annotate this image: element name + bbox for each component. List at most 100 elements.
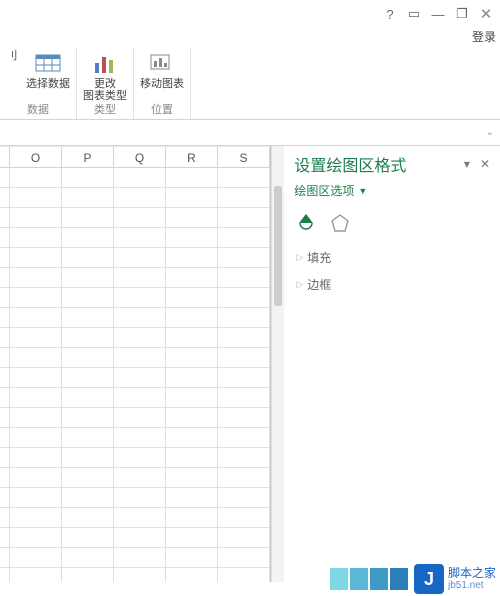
cell[interactable]	[10, 388, 62, 407]
fill-line-tab-icon[interactable]	[296, 213, 316, 233]
cell[interactable]	[166, 448, 218, 467]
cell[interactable]	[166, 348, 218, 367]
cell[interactable]	[218, 548, 270, 567]
scrollbar-thumb[interactable]	[274, 186, 282, 306]
cell[interactable]	[114, 248, 166, 267]
minimize-button[interactable]: —	[430, 6, 446, 22]
cell[interactable]	[62, 428, 114, 447]
cell[interactable]	[62, 348, 114, 367]
cell[interactable]	[218, 308, 270, 327]
cell[interactable]	[0, 448, 10, 467]
cell[interactable]	[10, 248, 62, 267]
cell[interactable]	[0, 208, 10, 227]
cell[interactable]	[62, 328, 114, 347]
switch-row-col-button[interactable]: 刂	[6, 48, 18, 62]
cell[interactable]	[114, 168, 166, 187]
cell[interactable]	[166, 228, 218, 247]
cell[interactable]	[166, 568, 218, 582]
select-data-button[interactable]: 选择数据	[26, 48, 70, 90]
help-icon[interactable]: ?	[382, 6, 398, 22]
cell[interactable]	[10, 348, 62, 367]
cell[interactable]	[62, 528, 114, 547]
cell[interactable]	[114, 548, 166, 567]
cell[interactable]	[218, 268, 270, 287]
cell[interactable]	[62, 188, 114, 207]
cell[interactable]	[10, 328, 62, 347]
cell[interactable]	[218, 448, 270, 467]
cell[interactable]	[62, 568, 114, 582]
cell[interactable]	[114, 288, 166, 307]
cell[interactable]	[62, 468, 114, 487]
cell[interactable]	[0, 348, 10, 367]
cell[interactable]	[0, 468, 10, 487]
cell[interactable]	[10, 188, 62, 207]
column-header-S[interactable]: S	[218, 147, 270, 167]
column-header-stub[interactable]	[0, 147, 10, 167]
cell[interactable]	[218, 248, 270, 267]
cell[interactable]	[218, 428, 270, 447]
cell[interactable]	[0, 508, 10, 527]
cell[interactable]	[0, 328, 10, 347]
cell[interactable]	[166, 168, 218, 187]
cell[interactable]	[166, 528, 218, 547]
cell[interactable]	[0, 288, 10, 307]
cell[interactable]	[0, 568, 10, 582]
cell[interactable]	[166, 368, 218, 387]
cell[interactable]	[10, 228, 62, 247]
cell[interactable]	[166, 248, 218, 267]
column-header-R[interactable]: R	[166, 147, 218, 167]
cell[interactable]	[0, 528, 10, 547]
restore-button[interactable]: ❐	[454, 6, 470, 22]
cell[interactable]	[166, 488, 218, 507]
cell[interactable]	[0, 228, 10, 247]
pane-close-icon[interactable]: ✕	[480, 157, 490, 171]
cell[interactable]	[218, 208, 270, 227]
cell[interactable]	[166, 188, 218, 207]
cell[interactable]	[114, 188, 166, 207]
cell[interactable]	[10, 308, 62, 327]
cell[interactable]	[62, 268, 114, 287]
cell[interactable]	[114, 408, 166, 427]
cell[interactable]	[0, 548, 10, 567]
cell[interactable]	[114, 368, 166, 387]
cell[interactable]	[0, 308, 10, 327]
cell[interactable]	[166, 508, 218, 527]
change-chart-type-button[interactable]: 更改 图表类型	[83, 48, 127, 102]
cell[interactable]	[10, 548, 62, 567]
vertical-scrollbar[interactable]	[271, 146, 284, 582]
cell[interactable]	[166, 268, 218, 287]
expand-formula-bar-icon[interactable]: ⌄	[486, 127, 494, 138]
cell[interactable]	[62, 548, 114, 567]
cell[interactable]	[166, 208, 218, 227]
cell[interactable]	[62, 408, 114, 427]
cell[interactable]	[62, 308, 114, 327]
cell[interactable]	[166, 468, 218, 487]
cell[interactable]	[218, 488, 270, 507]
cell[interactable]	[218, 568, 270, 582]
cell[interactable]	[114, 308, 166, 327]
effects-tab-icon[interactable]	[330, 213, 350, 233]
cell[interactable]	[218, 368, 270, 387]
column-header-O[interactable]: O	[10, 147, 62, 167]
cell[interactable]	[114, 388, 166, 407]
cell[interactable]	[218, 348, 270, 367]
cell[interactable]	[10, 268, 62, 287]
pane-options-icon[interactable]: ▾	[464, 157, 470, 171]
close-button[interactable]: ✕	[478, 6, 494, 22]
cell[interactable]	[62, 208, 114, 227]
cell[interactable]	[0, 388, 10, 407]
cell[interactable]	[10, 508, 62, 527]
cell[interactable]	[10, 408, 62, 427]
cell[interactable]	[114, 328, 166, 347]
cell[interactable]	[218, 388, 270, 407]
cell[interactable]	[218, 168, 270, 187]
cell[interactable]	[62, 228, 114, 247]
cell[interactable]	[62, 368, 114, 387]
move-chart-button[interactable]: 移动图表	[140, 48, 184, 90]
cell[interactable]	[218, 288, 270, 307]
column-header-Q[interactable]: Q	[114, 147, 166, 167]
cell[interactable]	[114, 528, 166, 547]
cell[interactable]	[166, 548, 218, 567]
cell[interactable]	[0, 168, 10, 187]
cell[interactable]	[218, 528, 270, 547]
